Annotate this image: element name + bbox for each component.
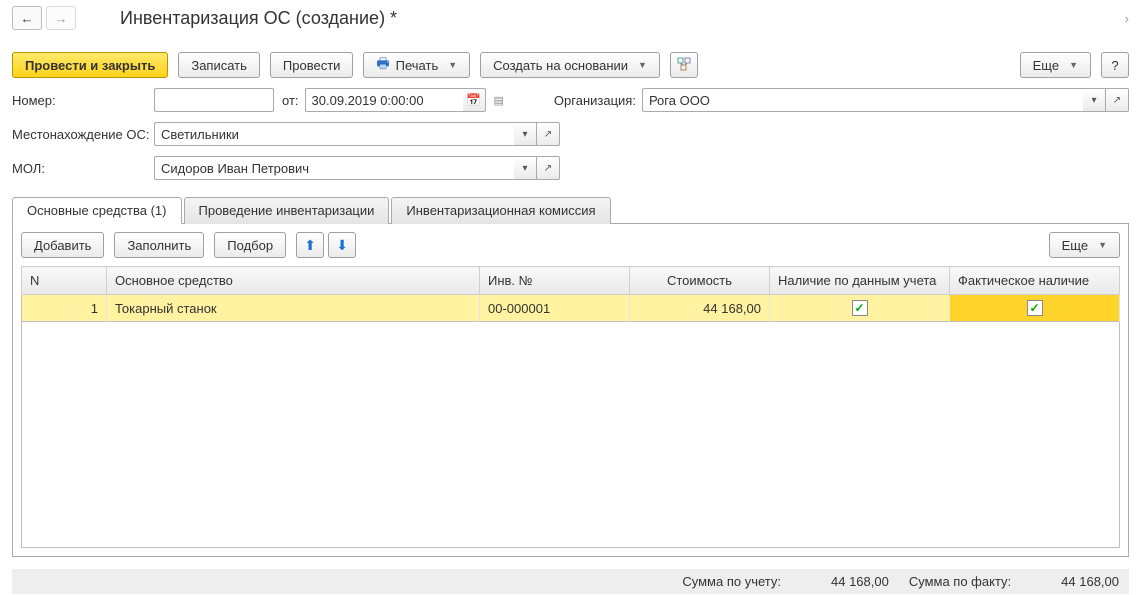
cell-actual[interactable]: ✓ [950, 295, 1120, 322]
tab-more-label: Еще [1062, 238, 1088, 253]
tab-commission[interactable]: Инвентаризационная комиссия [391, 197, 610, 224]
location-label: Местонахождение ОС: [12, 127, 154, 142]
create-based-on-label: Создать на основании [493, 58, 628, 73]
tab-content: Добавить Заполнить Подбор ⬆ ⬇ Еще ▼ N Ос… [12, 224, 1129, 557]
mol-field-group: Сидоров Иван Петрович ▾ ↗ [154, 156, 560, 180]
calendar-icon: 📅 [466, 93, 481, 107]
chevron-down-icon: ▾ [1091, 95, 1096, 106]
post-button[interactable]: Провести [270, 52, 354, 78]
print-button[interactable]: 🖶 Печать ▼ [363, 52, 470, 78]
post-and-close-button[interactable]: Провести и закрыть [12, 52, 168, 78]
nav-back-button[interactable]: ← [12, 6, 42, 30]
chevron-down-icon: ▾ [522, 163, 527, 174]
number-label: Номер: [12, 93, 154, 108]
move-down-button[interactable]: ⬇ [328, 232, 356, 258]
org-open-button[interactable]: ↗ [1106, 88, 1129, 112]
tab-inventory-process[interactable]: Проведение инвентаризации [184, 197, 390, 224]
check-icon: ✓ [1027, 300, 1043, 316]
dropdown-caret-icon: ▼ [638, 60, 647, 70]
chevron-down-icon: ▾ [522, 129, 527, 140]
open-icon: ↗ [544, 129, 552, 140]
actual-total-label: Сумма по факту: [909, 574, 1011, 589]
arrow-left-icon: ← [21, 11, 34, 26]
cell-inv-no[interactable]: 00-000001 [480, 295, 630, 322]
table-header-row: N Основное средство Инв. № Стоимость Нал… [22, 267, 1120, 295]
dropdown-caret-icon: ▼ [1069, 60, 1078, 70]
number-input[interactable] [154, 88, 274, 112]
org-input[interactable]: Рога ООО [642, 88, 1083, 112]
help-button[interactable]: ? [1101, 52, 1129, 78]
table-empty-area[interactable] [21, 322, 1120, 548]
col-cost[interactable]: Стоимость [630, 267, 770, 295]
command-bar: Провести и закрыть Записать Провести 🖶 П… [12, 52, 1129, 78]
cell-cost[interactable]: 44 168,00 [630, 295, 770, 322]
hierarchy-icon [677, 57, 691, 74]
check-icon: ✓ [852, 300, 868, 316]
structure-button[interactable] [670, 52, 698, 78]
page-title: Инвентаризация ОС (создание) * [120, 8, 397, 29]
dropdown-caret-icon: ▼ [1098, 240, 1107, 250]
form-row-number: Номер: от: 30.09.2019 0:00:00 📅 ▤ Органи… [12, 88, 1129, 112]
open-icon: ↗ [544, 163, 552, 174]
location-input[interactable]: Светильники [154, 122, 514, 146]
more-label: Еще [1033, 58, 1059, 73]
tab-command-bar: Добавить Заполнить Подбор ⬆ ⬇ Еще ▼ [21, 232, 1120, 258]
location-dropdown-button[interactable]: ▾ [514, 122, 537, 146]
recorded-total-label: Сумма по учету: [682, 574, 781, 589]
col-recorded-presence[interactable]: Наличие по данным учета [770, 267, 950, 295]
mol-dropdown-button[interactable]: ▾ [514, 156, 537, 180]
print-label: Печать [396, 58, 439, 73]
col-asset[interactable]: Основное средство [107, 267, 480, 295]
arrow-up-icon: ⬆ [304, 237, 316, 254]
panel-expand-icon[interactable]: › [1125, 11, 1129, 26]
location-field-group: Светильники ▾ ↗ [154, 122, 560, 146]
table-row[interactable]: 1 Токарный станок 00-000001 44 168,00 ✓ … [22, 295, 1120, 322]
fill-button[interactable]: Заполнить [114, 232, 204, 258]
location-open-button[interactable]: ↗ [537, 122, 560, 146]
open-icon: ↗ [1113, 95, 1121, 106]
save-button[interactable]: Записать [178, 52, 260, 78]
arrow-right-icon: → [55, 11, 68, 26]
col-n[interactable]: N [22, 267, 107, 295]
pick-button[interactable]: Подбор [214, 232, 286, 258]
mol-input[interactable]: Сидоров Иван Петрович [154, 156, 514, 180]
tab-more-button[interactable]: Еще ▼ [1049, 232, 1120, 258]
assets-table: N Основное средство Инв. № Стоимость Нал… [21, 266, 1120, 322]
cell-recorded[interactable]: ✓ [770, 295, 950, 322]
tab-fixed-assets[interactable]: Основные средства (1) [12, 197, 182, 224]
add-button[interactable]: Добавить [21, 232, 104, 258]
col-inv-no[interactable]: Инв. № [480, 267, 630, 295]
nav-forward-button[interactable]: → [46, 6, 76, 30]
col-actual-presence[interactable]: Фактическое наличие [950, 267, 1120, 295]
cell-n[interactable]: 1 [22, 295, 107, 322]
dropdown-caret-icon: ▼ [448, 60, 457, 70]
date-field-group: 30.09.2019 0:00:00 📅 [305, 88, 486, 112]
mol-open-button[interactable]: ↗ [537, 156, 560, 180]
top-nav: ← → Инвентаризация ОС (создание) * › [12, 6, 1129, 30]
arrow-down-icon: ⬇ [336, 237, 348, 254]
totals-bar: Сумма по учету: 44 168,00 Сумма по факту… [12, 569, 1129, 594]
more-button[interactable]: Еще ▼ [1020, 52, 1091, 78]
mol-label: МОЛ: [12, 161, 154, 176]
cell-asset[interactable]: Токарный станок [107, 295, 480, 322]
tabs: Основные средства (1) Проведение инвента… [12, 196, 1129, 224]
create-based-on-button[interactable]: Создать на основании ▼ [480, 52, 660, 78]
from-label: от: [282, 93, 299, 108]
calendar-button[interactable]: 📅 [463, 88, 486, 112]
form-row-location: Местонахождение ОС: Светильники ▾ ↗ [12, 122, 1129, 146]
org-dropdown-button[interactable]: ▾ [1083, 88, 1106, 112]
recorded-total-value: 44 168,00 [831, 574, 889, 589]
org-label: Организация: [554, 93, 636, 108]
actual-total-value: 44 168,00 [1061, 574, 1119, 589]
move-up-button[interactable]: ⬆ [296, 232, 324, 258]
printer-icon: 🖶 [376, 53, 389, 77]
form-row-mol: МОЛ: Сидоров Иван Петрович ▾ ↗ [12, 156, 1129, 180]
date-input[interactable]: 30.09.2019 0:00:00 [305, 88, 463, 112]
list-mode-icon[interactable]: ▤ [494, 94, 504, 107]
org-field-group: Рога ООО ▾ ↗ [642, 88, 1129, 112]
